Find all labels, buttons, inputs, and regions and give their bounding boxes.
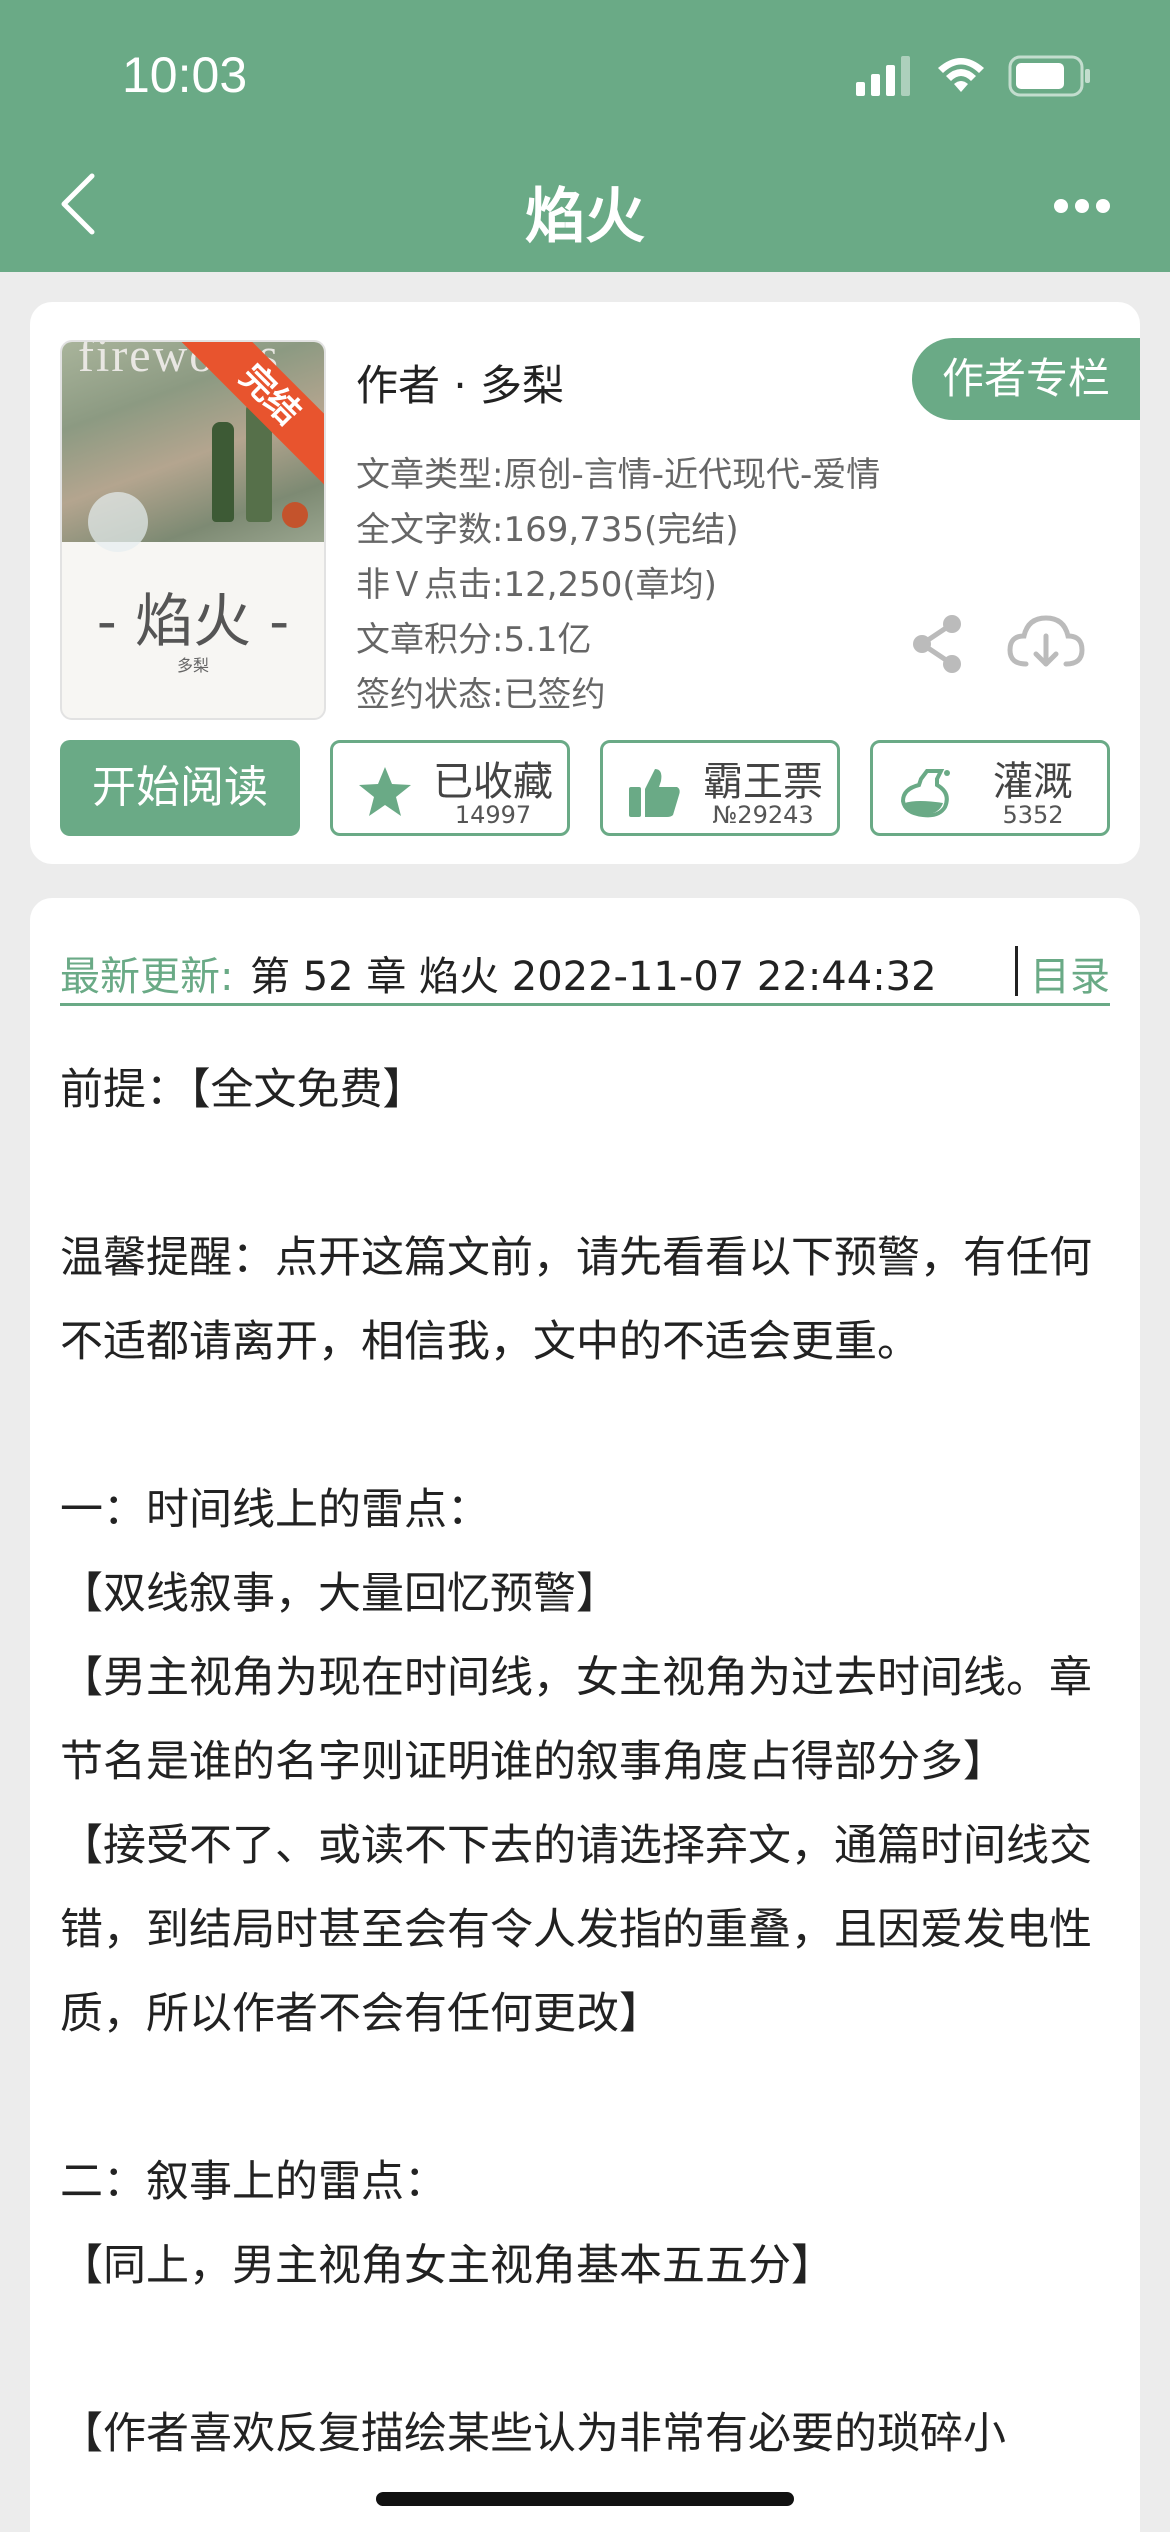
description-paragraph: [60, 1132, 1110, 1216]
description-paragraph: 【双线叙事，大量回忆预警】: [60, 1569, 619, 1619]
page-title: 焰火: [525, 182, 645, 252]
favorite-label: 已收藏: [433, 759, 553, 805]
water-button[interactable]: 灌溉 5352: [870, 740, 1110, 836]
meta-words: 全文字数:169,735(完结): [356, 510, 739, 550]
vertical-divider: [1015, 946, 1018, 996]
description-paragraph: 一：时间线上的雷点：: [60, 1485, 490, 1535]
table-of-contents-link[interactable]: 目录: [1030, 944, 1110, 1002]
status-time: 10:03: [122, 47, 248, 103]
book-cover[interactable]: fireworks - 焰火 - 多梨 完结: [60, 340, 326, 720]
wifi-icon: [938, 58, 984, 92]
latest-update-row[interactable]: 最新更新: 第 52 章 焰火 2022-11-07 22:44:32 目录: [60, 920, 1110, 1006]
description-paragraph: 二：叙事上的雷点：: [60, 2157, 447, 2207]
cover-title: - 焰火 -: [96, 587, 290, 655]
start-reading-button[interactable]: 开始阅读: [60, 740, 300, 836]
latest-update-label: 最新更新:: [60, 954, 234, 1000]
vote-button[interactable]: 霸王票 №29243: [600, 740, 840, 836]
description-paragraph: [60, 1384, 1110, 1468]
cover-author: 多梨: [176, 656, 209, 675]
more-options-button[interactable]: [1054, 196, 1110, 216]
favorite-count: 14997: [454, 801, 532, 829]
status-icons: [856, 52, 1092, 100]
description-paragraph: [60, 2056, 1110, 2140]
description-paragraph: 【同上，男主视角女主视角基本五五分】: [60, 2241, 834, 2291]
book-info-card: fireworks - 焰火 - 多梨 完结 作者 · 多梨 作者专栏 文章类型…: [30, 302, 1140, 864]
more-dot-icon: [1054, 199, 1068, 213]
vote-count: №29243: [712, 801, 814, 829]
vote-label: 霸王票: [703, 759, 823, 805]
latest-update-text[interactable]: 第 52 章 焰火 2022-11-07 22:44:32: [250, 944, 937, 1002]
description-paragraph: [60, 2308, 1110, 2392]
star-icon: [359, 767, 411, 816]
meta-sign: 签约状态:已签约: [356, 675, 606, 715]
thumbs-up-icon: [629, 769, 680, 817]
book-description: 前提：【全文免费】 温馨提醒：点开这篇文前，请先看看以下预警，有任何不适都请离开…: [60, 1048, 1110, 2476]
favorite-button[interactable]: 已收藏 14997: [330, 740, 570, 836]
description-paragraph: 前提：【全文免费】: [60, 1065, 426, 1115]
description-paragraph: 温馨提醒：点开这篇文前，请先看看以下预警，有任何不适都请离开，相信我，文中的不适…: [60, 1233, 1092, 1367]
book-description-card: 最新更新: 第 52 章 焰火 2022-11-07 22:44:32 目录 前…: [30, 898, 1140, 2532]
battery-icon: [1008, 55, 1090, 97]
nutrient-bottle-icon: [900, 769, 950, 818]
signal-icon: [856, 56, 910, 96]
meta-clicks: 非Ｖ点击:12,250(章均): [356, 565, 717, 605]
author-column-button[interactable]: 作者专栏: [912, 338, 1140, 420]
description-paragraph: 【男主视角为现在时间线，女主视角为过去时间线。章节名是谁的名字则证明谁的叙事角度…: [60, 1653, 1092, 1787]
cloud-download-icon[interactable]: [1006, 612, 1086, 674]
water-label: 灌溉: [993, 759, 1073, 805]
author-name[interactable]: 作者 · 多梨: [356, 352, 564, 413]
share-icon[interactable]: [910, 614, 966, 674]
more-dot-icon: [1075, 199, 1089, 213]
description-paragraph: 【作者喜欢反复描绘某些认为非常有必要的琐碎小: [60, 2409, 1006, 2459]
meta-type: 文章类型:原创-言情-近代现代-爱情: [356, 455, 881, 495]
description-paragraph: 【接受不了、或读不下去的请选择弃文，通篇时间线交错，到结局时甚至会有令人发指的重…: [60, 1821, 1092, 2039]
more-dot-icon: [1096, 199, 1110, 213]
navigation-bar: 10:03 焰火: [0, 0, 1170, 272]
home-indicator[interactable]: [376, 2492, 794, 2506]
meta-score: 文章积分:5.1亿: [356, 620, 592, 660]
book-meta: 文章类型:原创-言情-近代现代-爱情 全文字数:169,735(完结) 非Ｖ点击…: [356, 448, 880, 723]
water-count: 5352: [1002, 801, 1064, 829]
